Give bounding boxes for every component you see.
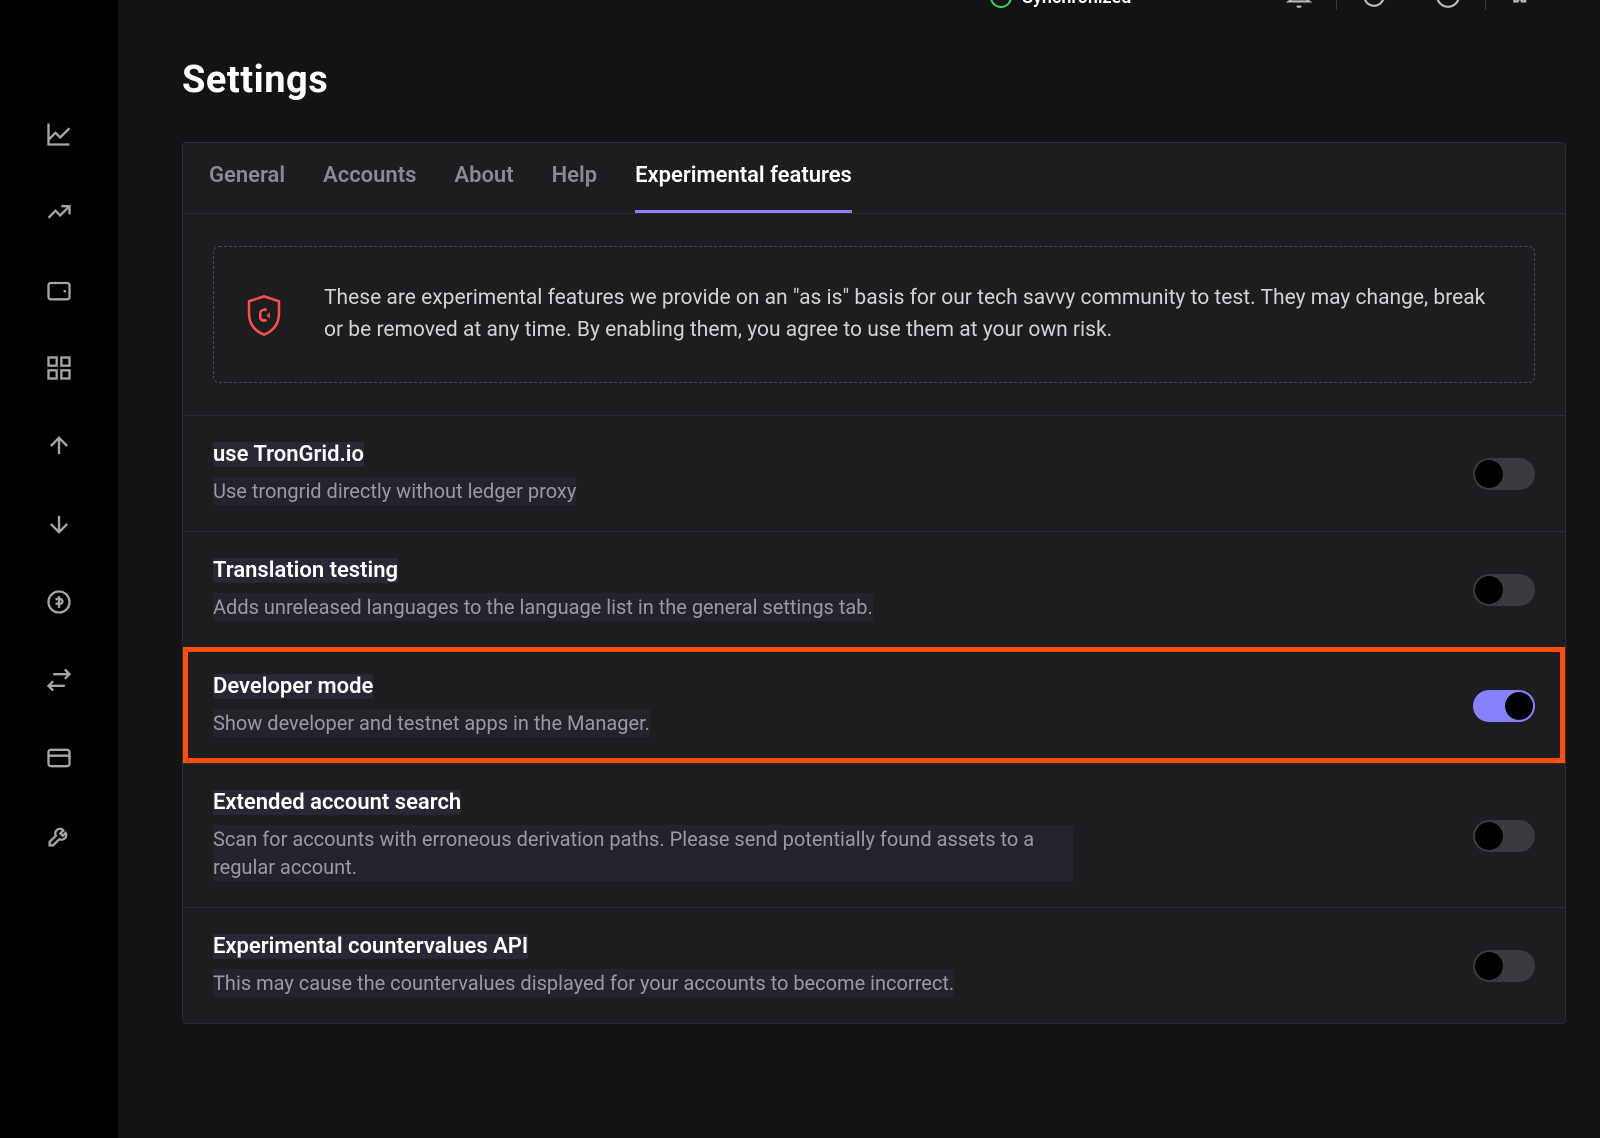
wallet-icon[interactable] xyxy=(45,276,73,304)
topbar-divider xyxy=(1336,0,1337,10)
toggle-extended-search[interactable] xyxy=(1473,820,1535,852)
setting-desc: Adds unreleased languages to the languag… xyxy=(213,593,873,621)
topbar-icons xyxy=(1262,0,1560,10)
main-content: Settings General Accounts About Help Exp… xyxy=(118,0,1600,1138)
tabs: General Accounts About Help Experimental… xyxy=(183,143,1565,214)
setting-trongrid: use TronGrid.io Use trongrid directly wi… xyxy=(183,415,1565,531)
toggle-developer-mode[interactable] xyxy=(1473,690,1535,722)
setting-title: Developer mode xyxy=(213,674,373,699)
setting-desc: Use trongrid directly without ledger pro… xyxy=(213,477,576,505)
toggle-trongrid[interactable] xyxy=(1473,458,1535,490)
tab-accounts[interactable]: Accounts xyxy=(323,163,416,213)
sync-status: Synchronized xyxy=(990,0,1131,8)
bell-icon[interactable] xyxy=(1286,0,1312,9)
tab-help[interactable]: Help xyxy=(552,163,598,213)
warning-text: These are experimental features we provi… xyxy=(324,283,1504,346)
tab-about[interactable]: About xyxy=(454,163,513,213)
puzzle-icon[interactable] xyxy=(1510,0,1536,9)
setting-title: Experimental countervalues API xyxy=(213,934,528,959)
refresh-icon[interactable] xyxy=(1361,0,1387,9)
setting-title: use TronGrid.io xyxy=(213,442,364,467)
tools-icon[interactable] xyxy=(45,822,73,850)
help-icon[interactable] xyxy=(1435,0,1461,9)
settings-panel: General Accounts About Help Experimental… xyxy=(182,142,1566,1024)
send-icon[interactable] xyxy=(45,432,73,460)
sidebar xyxy=(0,0,118,1138)
setting-developer-mode: Developer mode Show developer and testne… xyxy=(183,647,1565,763)
sync-spinner-icon xyxy=(990,0,1012,8)
card-icon[interactable] xyxy=(45,744,73,772)
setting-title: Extended account search xyxy=(213,790,461,815)
setting-title: Translation testing xyxy=(213,558,398,583)
chart-line-icon[interactable] xyxy=(45,120,73,148)
buy-sell-icon[interactable] xyxy=(45,588,73,616)
tab-experimental[interactable]: Experimental features xyxy=(635,163,852,213)
setting-extended-search: Extended account search Scan for account… xyxy=(183,763,1565,907)
setting-desc: Scan for accounts with erroneous derivat… xyxy=(213,825,1073,881)
setting-translation: Translation testing Adds unreleased lang… xyxy=(183,531,1565,647)
tab-general[interactable]: General xyxy=(209,163,285,213)
sync-status-label: Synchronized xyxy=(1022,0,1131,8)
apps-grid-icon[interactable] xyxy=(45,354,73,382)
setting-desc: This may cause the countervalues display… xyxy=(213,969,954,997)
toggle-translation[interactable] xyxy=(1473,574,1535,606)
topbar-divider xyxy=(1485,0,1486,10)
toggle-countervalues-api[interactable] xyxy=(1473,950,1535,982)
warning-box: These are experimental features we provi… xyxy=(213,246,1535,383)
shield-icon xyxy=(244,293,284,337)
receive-icon[interactable] xyxy=(45,510,73,538)
trend-up-icon[interactable] xyxy=(45,198,73,226)
setting-desc: Show developer and testnet apps in the M… xyxy=(213,709,650,737)
setting-countervalues-api: Experimental countervalues API This may … xyxy=(183,907,1565,1023)
swap-icon[interactable] xyxy=(45,666,73,694)
page-title: Settings xyxy=(182,58,1566,102)
